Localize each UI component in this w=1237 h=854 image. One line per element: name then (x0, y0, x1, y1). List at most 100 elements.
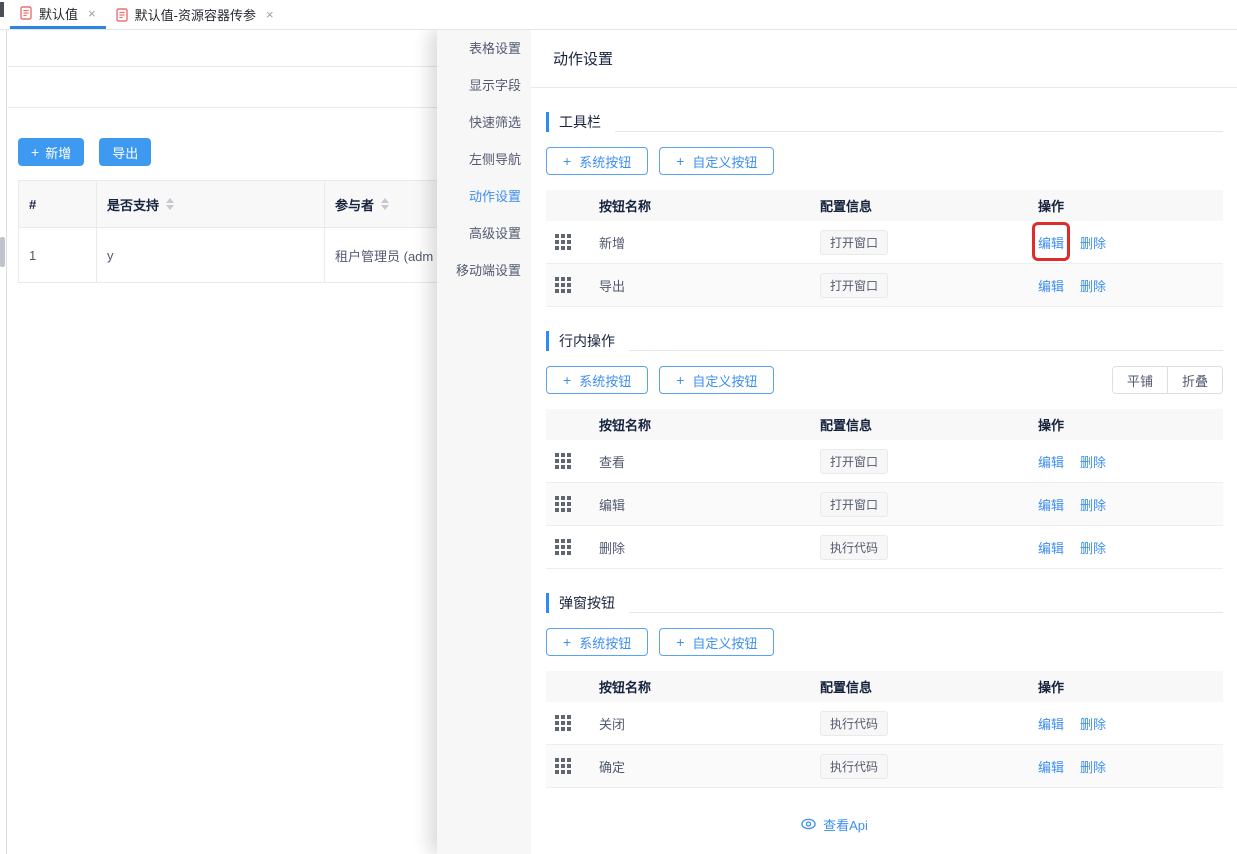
column-header: 配置信息 (820, 677, 1028, 696)
button-label: 自定义按钮 (692, 152, 757, 171)
drag-handle[interactable] (546, 758, 590, 774)
toggle-button-折叠[interactable]: 折叠 (1168, 366, 1223, 394)
section-toolbar: +系统按钮 +自定义按钮 平铺折叠 (546, 366, 1223, 394)
delete-link[interactable]: 删除 (1080, 717, 1106, 732)
column-header: # (19, 181, 97, 227)
tab-default-value-resource-container[interactable]: 默认值-资源容器传参 × (106, 0, 284, 29)
drag-dots-icon (555, 234, 559, 238)
config-cell: 执行代码 (820, 535, 1028, 560)
export-button[interactable]: 导出 (99, 138, 151, 166)
add-record-button[interactable]: + 新增 (18, 138, 84, 166)
column-header: 按钮名称 (590, 196, 820, 215)
config-tag: 打开窗口 (820, 273, 888, 298)
section-header: 行内操作 (546, 329, 1223, 353)
app-window: 默认值 × 默认值-资源容器传参 × + 新增 导出 # 是否支持 参与者 (0, 0, 1237, 854)
add-button-自定义按钮[interactable]: + 自定义按钮 (659, 147, 774, 175)
edit-link-wrap: 编辑 (1038, 714, 1064, 733)
close-icon[interactable]: × (266, 7, 274, 22)
delete-link[interactable]: 删除 (1080, 760, 1106, 775)
config-cell: 打开窗口 (820, 492, 1028, 517)
button-name-cell: 导出 (590, 276, 820, 295)
drag-dots-icon (555, 758, 559, 762)
actions-cell: 编辑 删除 (1028, 495, 1223, 514)
tab-default-value[interactable]: 默认值 × (10, 0, 106, 29)
drawer-nav-item[interactable]: 左侧导航 (437, 141, 531, 178)
sort-carets-icon[interactable] (381, 198, 389, 210)
tab-bar: 默认值 × 默认值-资源容器传参 × (0, 0, 1237, 30)
plus-icon: + (31, 145, 39, 159)
settings-drawer: 表格设置显示字段快速筛选左侧导航动作设置高级设置移动端设置 动作设置 工具栏+系… (437, 30, 1237, 854)
drawer-nav-item[interactable]: 显示字段 (437, 67, 531, 104)
add-button-系统按钮[interactable]: +系统按钮 (546, 147, 648, 175)
close-icon[interactable]: × (88, 6, 96, 21)
section-header: 工具栏 (546, 110, 1223, 134)
edit-link-wrap: 编辑 (1038, 538, 1064, 557)
button-label: 系统按钮 (579, 152, 631, 171)
section-title: 弹窗按钮 (559, 593, 615, 613)
column-header-label: 参与者 (335, 195, 374, 214)
table-header-row: 按钮名称配置信息操作 (546, 190, 1223, 221)
button-name-cell: 关闭 (590, 714, 820, 733)
actions-cell: 编辑 删除 (1028, 538, 1223, 557)
edit-link-wrap: 编辑 (1038, 276, 1064, 295)
section-title: 行内操作 (559, 331, 615, 351)
drag-dots-icon (555, 277, 559, 281)
drag-handle[interactable] (546, 277, 590, 293)
edit-link[interactable]: 编辑 (1038, 760, 1064, 775)
drawer-nav-item[interactable]: 表格设置 (437, 30, 531, 67)
edit-link[interactable]: 编辑 (1038, 455, 1064, 470)
add-button-系统按钮[interactable]: +系统按钮 (546, 366, 648, 394)
add-button-自定义按钮[interactable]: +自定义按钮 (659, 628, 774, 656)
button-label: 系统按钮 (579, 371, 631, 390)
plus-icon: + (676, 154, 684, 168)
column-header: 配置信息 (820, 196, 1028, 215)
delete-link[interactable]: 删除 (1080, 498, 1106, 513)
config-tag: 打开窗口 (820, 230, 888, 255)
edit-link-wrap: 编辑 (1038, 495, 1064, 514)
table-row: 导出打开窗口 编辑 删除 (546, 264, 1223, 307)
section-accent-bar (546, 593, 549, 613)
column-header: 操作 (1028, 196, 1223, 215)
drawer-main: 动作设置 工具栏+系统按钮+自定义按钮按钮名称配置信息操作新增打开窗口编辑删除导… (531, 30, 1237, 854)
section-toolbar: +系统按钮 + 自定义按钮 (546, 147, 1223, 175)
edit-link[interactable]: 编辑 (1038, 236, 1064, 251)
edit-link[interactable]: 编辑 (1038, 498, 1064, 513)
edit-link[interactable]: 编辑 (1038, 541, 1064, 556)
drawer-nav-item[interactable]: 快速筛选 (437, 104, 531, 141)
view-api-link[interactable]: 查看Api (531, 814, 1173, 834)
drag-handle[interactable] (546, 453, 590, 469)
drag-handle[interactable] (546, 539, 590, 555)
drawer-nav-item[interactable]: 移动端设置 (437, 252, 531, 289)
page-toolbar: + 新增 导出 (18, 138, 166, 166)
buttons-table: 按钮名称配置信息操作新增打开窗口编辑删除导出打开窗口编辑删除 (546, 190, 1223, 307)
scrollbar-thumb[interactable] (0, 237, 5, 267)
drag-handle[interactable] (546, 496, 590, 512)
config-cell: 打开窗口 (820, 449, 1028, 474)
button-name-cell: 查看 (590, 452, 820, 471)
sort-carets-icon[interactable] (166, 198, 174, 210)
edit-link[interactable]: 编辑 (1038, 279, 1064, 294)
delete-link[interactable]: 删除 (1080, 279, 1106, 294)
add-button-自定义按钮[interactable]: +自定义按钮 (659, 366, 774, 394)
delete-link[interactable]: 删除 (1080, 455, 1106, 470)
buttons-table: 按钮名称配置信息操作关闭执行代码编辑删除确定执行代码编辑删除 (546, 671, 1223, 788)
delete-link[interactable]: 删除 (1080, 236, 1106, 251)
drawer-nav-item[interactable]: 高级设置 (437, 215, 531, 252)
section-title: 工具栏 (559, 112, 601, 132)
column-header-label: 是否支持 (107, 195, 159, 214)
drawer-nav-item[interactable]: 动作设置 (437, 178, 531, 215)
tab-label: 默认值-资源容器传参 (135, 5, 256, 24)
add-button-系统按钮[interactable]: +系统按钮 (546, 628, 648, 656)
table-header-row: 按钮名称配置信息操作 (546, 409, 1223, 440)
toggle-button-平铺[interactable]: 平铺 (1112, 366, 1168, 394)
panel-title: 动作设置 (531, 30, 1237, 88)
edit-link[interactable]: 编辑 (1038, 717, 1064, 732)
drag-handle[interactable] (546, 715, 590, 731)
actions-cell: 编辑 删除 (1028, 276, 1223, 295)
buttons-table: 按钮名称配置信息操作查看打开窗口编辑删除编辑打开窗口编辑删除删除执行代码编辑删除 (546, 409, 1223, 569)
eye-icon (801, 818, 816, 830)
button-name-cell: 编辑 (590, 495, 820, 514)
delete-link[interactable]: 删除 (1080, 541, 1106, 556)
drag-handle[interactable] (546, 234, 590, 250)
config-tag: 打开窗口 (820, 449, 888, 474)
